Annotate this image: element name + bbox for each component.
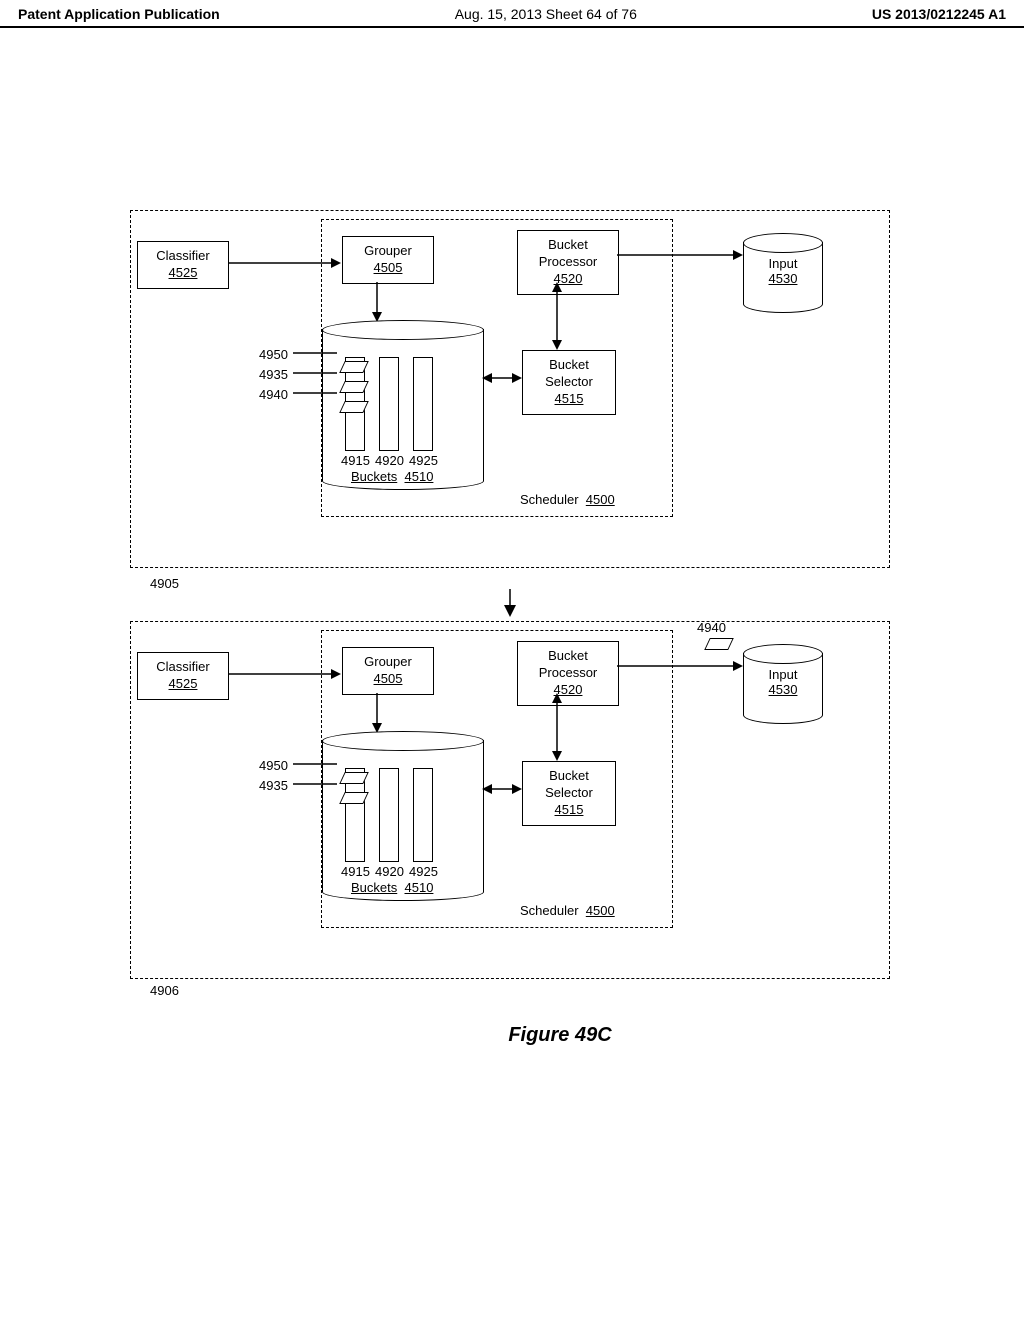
hdr-right: US 2013/0212245 A1	[872, 6, 1006, 22]
input-id: 4530	[744, 271, 822, 286]
ref-4940-b: 4940	[697, 620, 726, 635]
buckets-label: Buckets	[351, 469, 397, 484]
bucket-processor-id: 4520	[528, 271, 608, 288]
buckets-cylinder: 4915 4920 4925 Buckets 4510	[322, 320, 482, 490]
classifier-id: 4525	[148, 265, 218, 282]
input-cylinder: Input 4530	[743, 233, 821, 299]
stage-4905: Classifier 4525 Grouper 4505 Bucket Proc…	[130, 210, 890, 568]
input-label: Input	[744, 256, 822, 271]
input-cylinder-b: Input 4530	[743, 644, 821, 710]
slot3-id: 4925	[409, 453, 438, 468]
hdr-center: Aug. 15, 2013 Sheet 64 of 76	[455, 6, 637, 22]
scheduler-box: Grouper 4505 Bucket Processor 4520 Bucke…	[321, 219, 673, 517]
grouper-box: Grouper 4505	[342, 236, 434, 284]
buckets-id: 4510	[405, 469, 434, 484]
grouper-box-b: Grouper 4505	[342, 647, 434, 695]
ref-4935: 4935	[259, 367, 288, 382]
bucket-slot-4920	[379, 357, 399, 451]
bucket-selector-label: Bucket Selector	[533, 357, 605, 391]
stage-4906: Classifier 4525 Grouper 4505 Bucket Proc…	[130, 621, 890, 979]
ref-4906: 4906	[150, 983, 910, 998]
bucket-processor-label: Bucket Processor	[528, 237, 608, 271]
scheduler-box-b: Grouper 4505 Bucket Processor 4520 Bucke…	[321, 630, 673, 928]
bucket-processor-box: Bucket Processor 4520	[517, 230, 619, 295]
grouper-label: Grouper	[353, 243, 423, 260]
classifier-box-b: Classifier 4525	[137, 652, 229, 700]
figure-caption: Figure 49C	[230, 1024, 890, 1047]
ref-4905: 4905	[150, 576, 910, 591]
buckets-cylinder-b: 4915 4920 4925 Buckets 4510	[322, 731, 482, 901]
slot1-id: 4915	[341, 453, 370, 468]
hdr-left: Patent Application Publication	[18, 6, 220, 22]
bucket-selector-box: Bucket Selector 4515	[522, 350, 616, 415]
bucket-selector-id: 4515	[533, 391, 605, 408]
slot2-id: 4920	[375, 453, 404, 468]
bucket-selector-box-b: Bucket Selector 4515	[522, 761, 616, 826]
ref-4950: 4950	[259, 347, 288, 362]
ref-4940: 4940	[259, 387, 288, 402]
scheduler-id: 4500	[586, 492, 615, 507]
grouper-id: 4505	[353, 260, 423, 277]
ref-4935-b: 4935	[259, 778, 288, 793]
ref-4950-b: 4950	[259, 758, 288, 773]
item-4940-flying-icon	[704, 638, 734, 650]
classifier-label: Classifier	[148, 248, 218, 265]
classifier-box: Classifier 4525	[137, 241, 229, 289]
scheduler-label: Scheduler	[520, 492, 579, 507]
bucket-slot-4925	[413, 357, 433, 451]
figure-49c: Classifier 4525 Grouper 4505 Bucket Proc…	[130, 210, 890, 1047]
bucket-processor-box-b: Bucket Processor 4520	[517, 641, 619, 706]
